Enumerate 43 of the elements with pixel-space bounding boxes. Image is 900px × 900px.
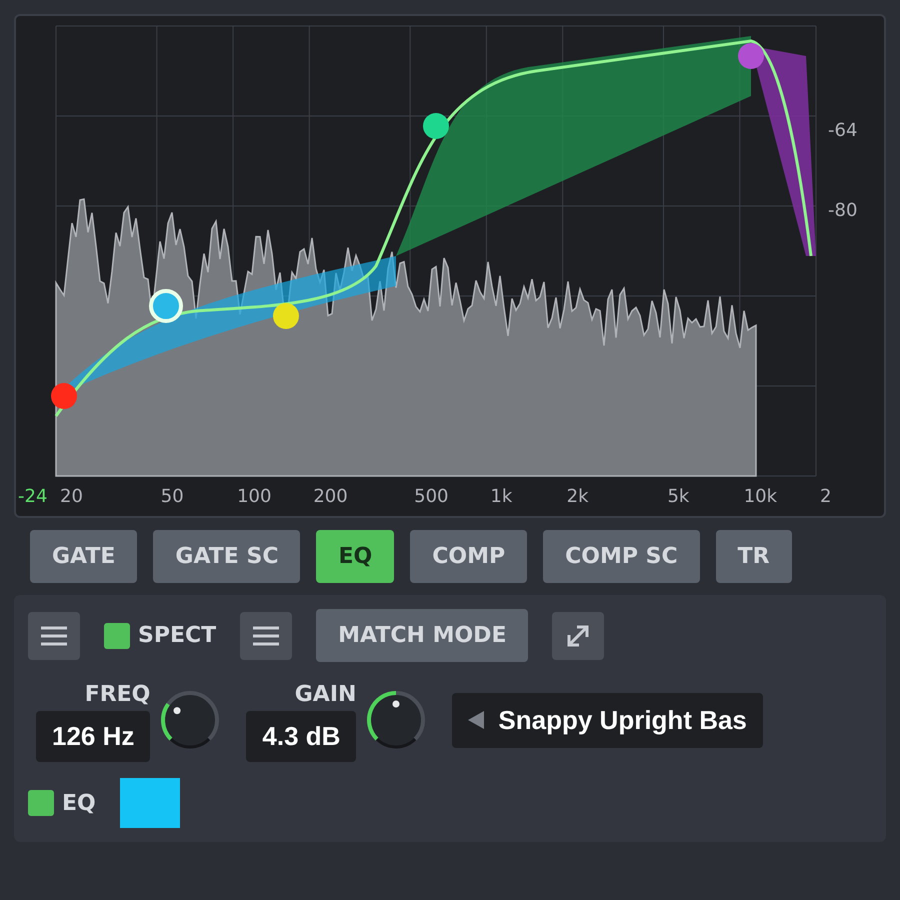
band-node[interactable] xyxy=(273,303,299,329)
band-node[interactable] xyxy=(51,383,77,409)
frequency-label: 2 xyxy=(820,486,832,507)
frequency-label: 2k xyxy=(566,486,589,507)
spect-label: SPECT xyxy=(138,622,216,650)
band-node[interactable] xyxy=(738,43,764,69)
left-triangle-icon[interactable] xyxy=(468,711,484,729)
frequency-label: 20 xyxy=(60,486,83,507)
tab[interactable]: EQ xyxy=(316,530,394,583)
menu-icon[interactable] xyxy=(39,624,69,648)
tab[interactable]: COMP xyxy=(410,530,528,583)
match-mode-button[interactable]: MATCH MODE xyxy=(316,609,528,662)
frequency-label: 5k xyxy=(667,486,690,507)
band-node[interactable] xyxy=(423,113,449,139)
tab[interactable]: TR xyxy=(716,530,792,583)
frequency-label: 1k xyxy=(490,486,512,507)
expand-icon[interactable] xyxy=(565,622,592,648)
parameter-value: 126 Hz xyxy=(36,711,150,762)
frequency-label: 100 xyxy=(237,486,272,507)
menu-button[interactable] xyxy=(28,612,80,660)
expand-button[interactable] xyxy=(552,612,604,660)
parameter-label: FREQ xyxy=(84,681,150,709)
frequency-label: 500 xyxy=(414,486,448,507)
preset-selector[interactable]: Snappy Upright Bas xyxy=(452,692,763,748)
menu-icon[interactable] xyxy=(251,624,282,648)
menu-button[interactable] xyxy=(240,612,292,660)
band-node[interactable] xyxy=(149,289,183,323)
reference-level-label: -24 xyxy=(18,486,48,507)
spect-checkbox[interactable] xyxy=(104,622,130,648)
eq-checkbox[interactable] xyxy=(28,790,54,816)
frequency-label: 10k xyxy=(744,486,778,507)
frequency-label: 200 xyxy=(313,486,348,507)
tab[interactable]: COMP SC xyxy=(543,530,700,583)
db-label: -64 xyxy=(828,120,858,141)
parameter-label: GAIN xyxy=(294,681,356,709)
preset-name: Snappy Upright Bas xyxy=(498,704,747,736)
db-label: -80 xyxy=(828,200,858,221)
tab[interactable]: GATE SC xyxy=(153,530,300,583)
frequency-label: 50 xyxy=(160,486,184,507)
eq-label: EQ xyxy=(62,790,96,818)
tab[interactable]: GATE xyxy=(30,530,138,583)
color-swatch xyxy=(120,778,180,828)
parameter-value: 4.3 dB xyxy=(246,711,356,762)
